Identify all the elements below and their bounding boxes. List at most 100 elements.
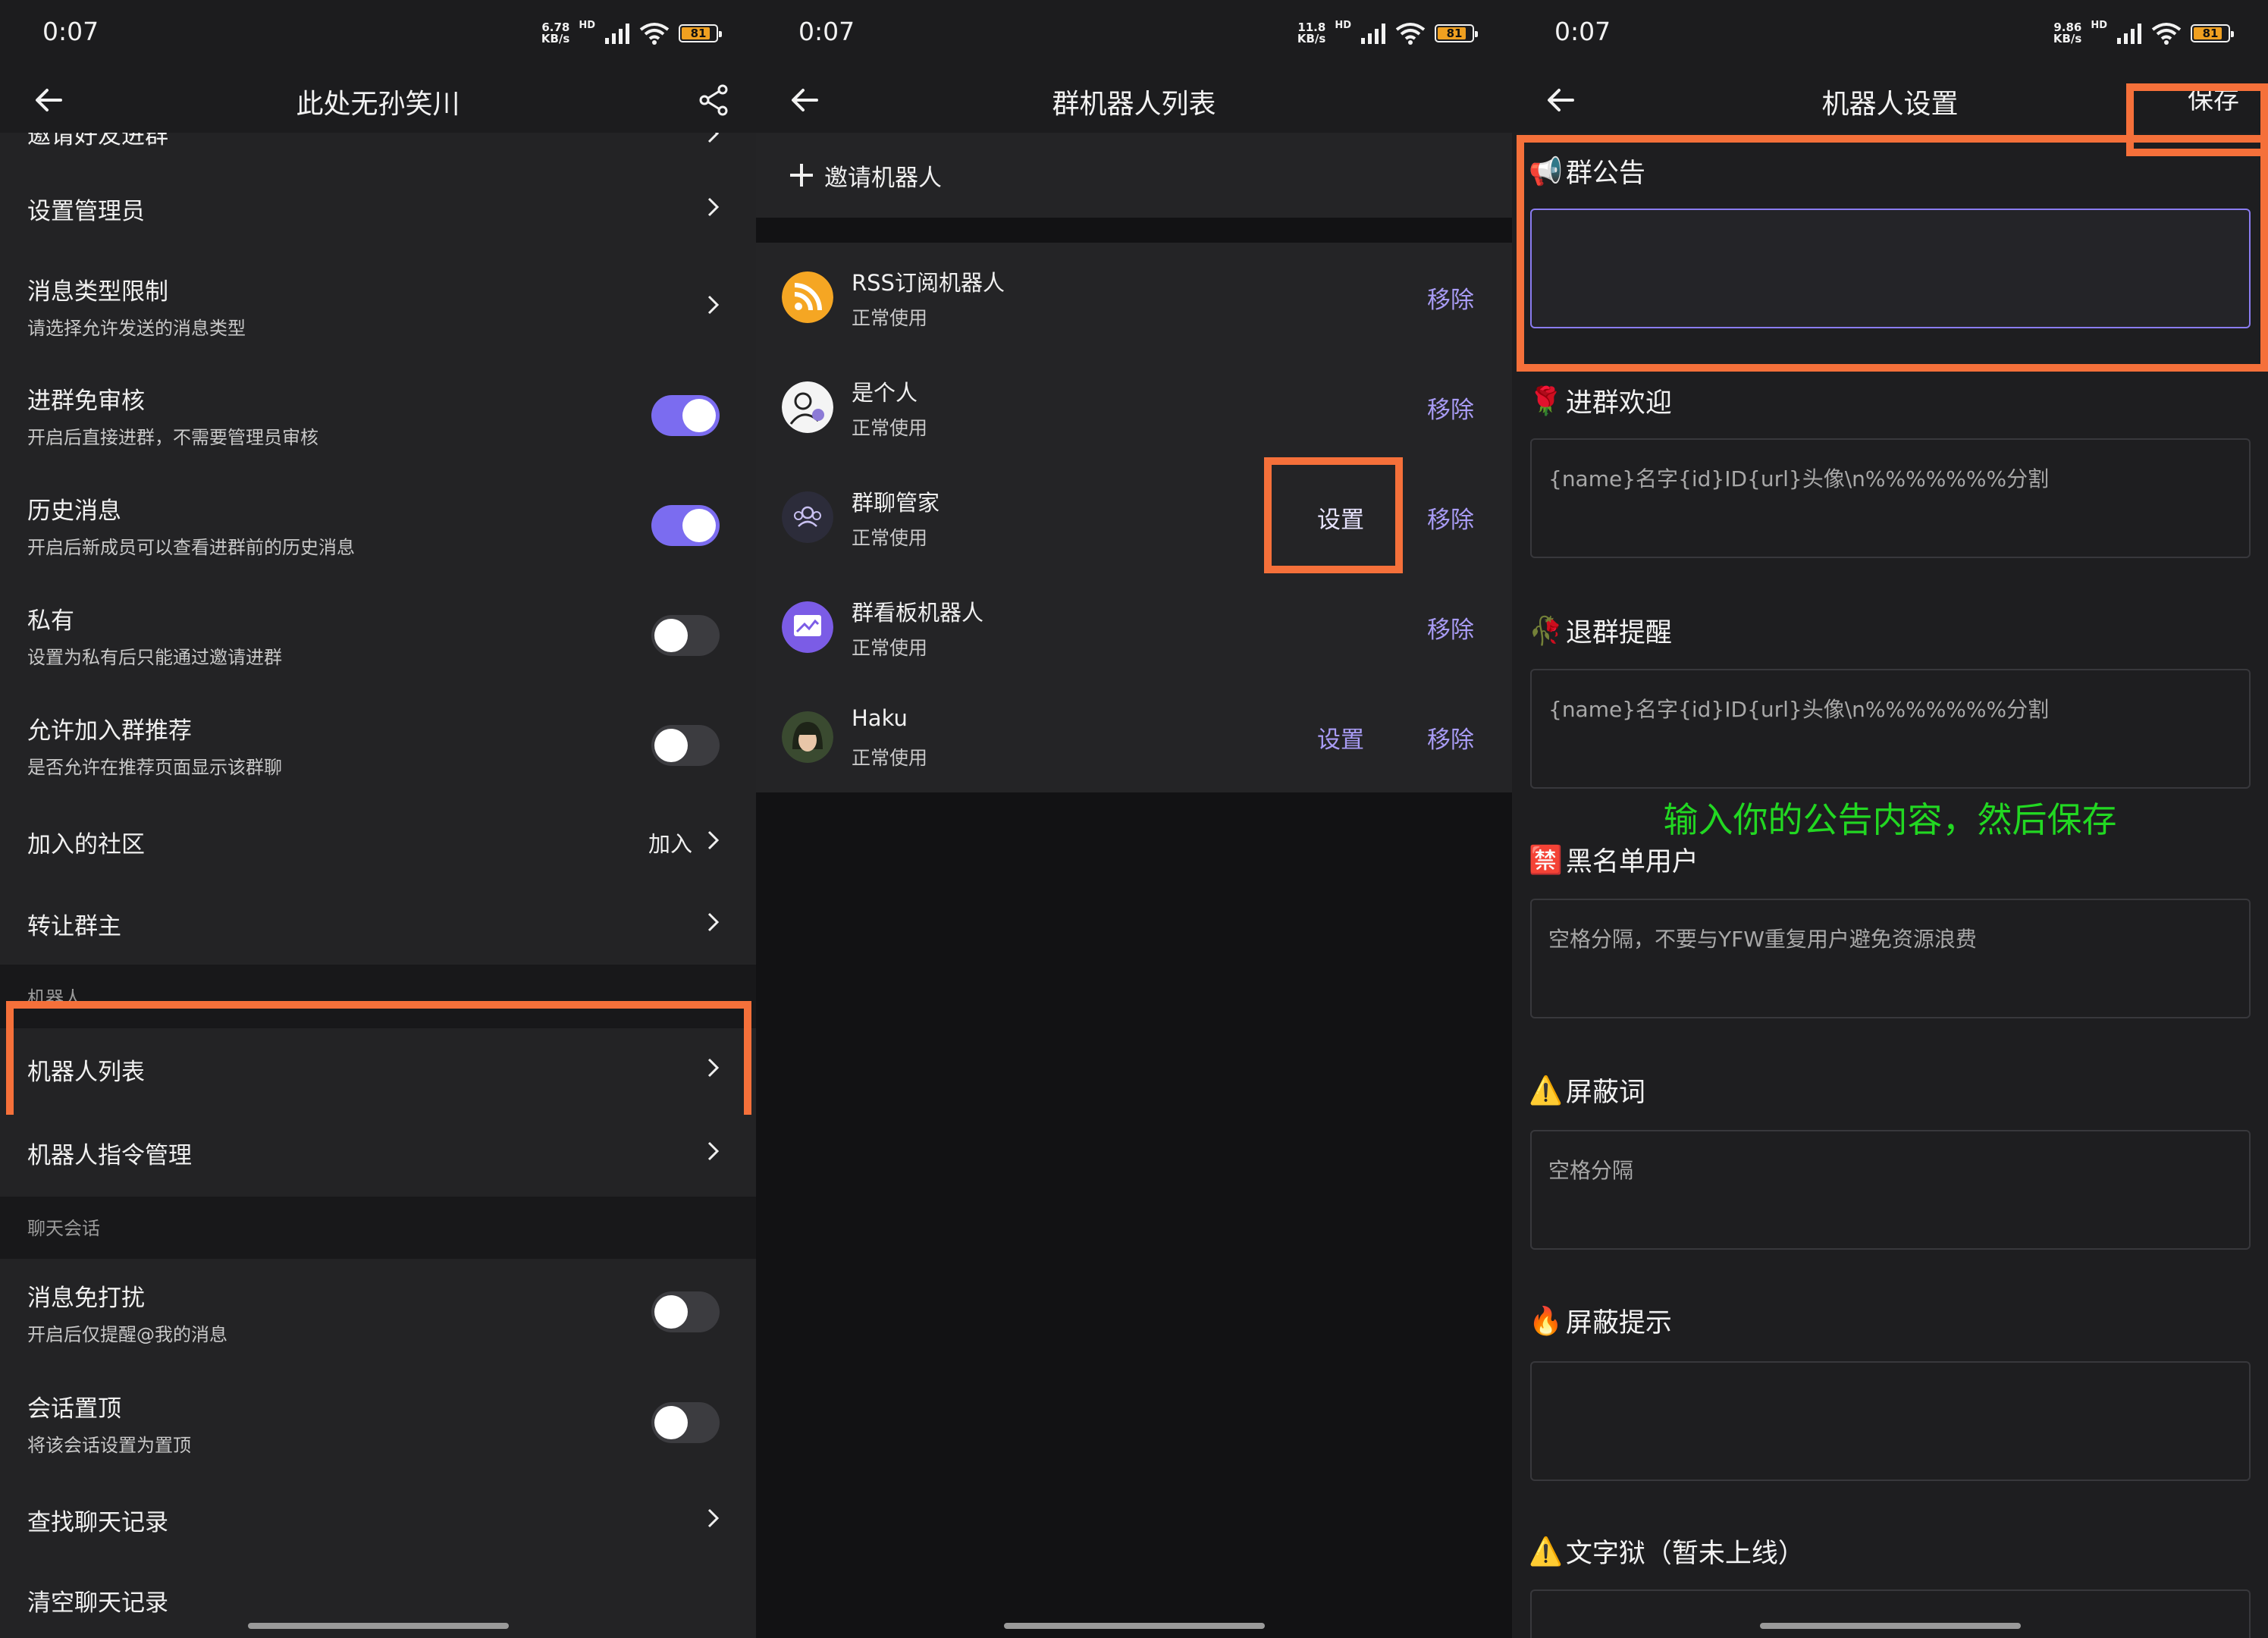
- field-label-text: 黑名单用户: [1565, 847, 1699, 877]
- bot-name: RSS订阅机器人: [852, 270, 1005, 296]
- battery-level: 81: [2202, 27, 2219, 40]
- status-time: 0:07: [798, 17, 855, 46]
- settings-row-skip-review: 进群免审核 开启后直接进群，不需要管理员审核: [0, 365, 756, 466]
- home-indicator[interactable]: [1759, 1623, 2021, 1629]
- row-subtitle: 设置为私有后只能通过邀请进群: [27, 647, 282, 668]
- status-time: 0:07: [1554, 17, 1611, 46]
- row-subtitle: 是否允许在推荐页面显示该群聊: [27, 757, 282, 778]
- leave-notice-input[interactable]: {name}名字{id}ID{url}头像\n%%%%%%%分割: [1530, 669, 2251, 789]
- home-indicator[interactable]: [247, 1623, 509, 1629]
- blacklist-input[interactable]: 空格分隔，不要与YFW重复用户避免资源浪费: [1530, 899, 2251, 1018]
- chevron-right-icon: [707, 1508, 720, 1528]
- section-header-chat: 聊天会话: [0, 1197, 756, 1259]
- bot-row: Haku 正常使用 设置 移除: [756, 682, 1512, 792]
- board-bot-avatar: [782, 601, 833, 653]
- word-prison-input[interactable]: [1530, 1589, 2251, 1638]
- bot-list-panel: 0:07 11.8 KB/s HD 81 群机器人列表 邀请机器人 RSS订阅机器…: [756, 0, 1512, 1638]
- settings-row-robot-commands[interactable]: 机器人指令管理: [0, 1115, 756, 1192]
- row-title: 清空聊天记录: [27, 1589, 168, 1617]
- settings-row-transfer-owner[interactable]: 转让群主: [0, 886, 756, 962]
- chevron-right-icon: [707, 830, 720, 850]
- settings-row-private: 私有 设置为私有后只能通过邀请进群: [0, 585, 756, 686]
- skip-review-toggle[interactable]: [651, 395, 720, 436]
- bot-status: 正常使用: [852, 307, 928, 329]
- battery-level: 81: [690, 27, 707, 40]
- remove-bot-button[interactable]: 移除: [1427, 500, 1474, 535]
- row-title: 机器人指令管理: [27, 1142, 192, 1169]
- row-title: 加入的社区: [27, 831, 145, 858]
- pin-toggle[interactable]: [651, 1402, 720, 1443]
- bot-status: 正常使用: [852, 637, 928, 659]
- row-subtitle: 开启后直接进群，不需要管理员审核: [27, 427, 318, 448]
- signal-icon: [2117, 24, 2141, 44]
- bot-status: 正常使用: [852, 527, 928, 549]
- person-avatar: [782, 381, 833, 433]
- field-label-blocked-words: ⚠️ 屏蔽词: [1529, 1071, 1645, 1109]
- remove-bot-button[interactable]: 移除: [1427, 720, 1474, 755]
- field-label-text: 屏蔽词: [1565, 1078, 1645, 1108]
- settings-row-invite[interactable]: 邀请好友进群: [0, 133, 756, 155]
- chevron-right-icon: [707, 133, 720, 143]
- settings-row-pin: 会话置顶 将该会话设置为置顶: [0, 1370, 756, 1476]
- signal-icon: [605, 24, 629, 44]
- haku-portrait-icon: [782, 711, 833, 763]
- remove-bot-button[interactable]: 移除: [1427, 610, 1474, 645]
- settings-row-community[interactable]: 加入的社区 加入: [0, 804, 756, 880]
- share-icon[interactable]: [695, 82, 732, 118]
- settings-row-set-admin[interactable]: 设置管理员: [0, 171, 756, 246]
- remove-bot-button[interactable]: 移除: [1427, 391, 1474, 425]
- page-title: 群机器人列表: [1052, 89, 1216, 120]
- field-label-blacklist: 🈲 黑名单用户: [1529, 840, 1699, 879]
- row-title: 进群免审核: [27, 388, 145, 415]
- rss-icon: [782, 271, 833, 323]
- block-hint-input[interactable]: [1530, 1361, 2251, 1481]
- bot-name: 群看板机器人: [852, 600, 984, 626]
- welcome-input[interactable]: {name}名字{id}ID{url}头像\n%%%%%%%分割: [1530, 438, 2251, 558]
- field-label-text: 屏蔽提示: [1565, 1308, 1672, 1338]
- remove-bot-button[interactable]: 移除: [1427, 281, 1474, 315]
- bot-settings-button[interactable]: 设置: [1317, 720, 1364, 755]
- battery-icon: 81: [2191, 24, 2234, 42]
- blocked-words-input[interactable]: 空格分隔: [1530, 1130, 2251, 1250]
- history-toggle[interactable]: [651, 505, 720, 546]
- hd-badge: HD: [2091, 20, 2107, 31]
- recommend-toggle[interactable]: [651, 725, 720, 766]
- status-bar: 0:07 11.8 KB/s HD 81: [756, 0, 1512, 68]
- prohibited-icon: 🈲: [1529, 844, 1563, 876]
- page-title: 此处无孙笑川: [296, 89, 460, 120]
- row-title: 邀请好友进群: [27, 133, 168, 149]
- board-icon: [782, 601, 833, 653]
- plus-icon: [790, 164, 813, 187]
- bot-row: 群看板机器人 正常使用 移除: [756, 573, 1512, 682]
- group-settings-panel: 0:07 6.78 KB/s HD 81 此处无孙笑川 邀请好友进群 设置管理员 …: [0, 0, 756, 1638]
- chevron-right-icon: [707, 1141, 720, 1161]
- settings-row-recommend: 允许加入群推荐 是否允许在推荐页面显示该群聊: [0, 695, 756, 796]
- group-manager-avatar: [782, 491, 833, 543]
- sketch-avatar-icon: [782, 381, 833, 433]
- row-title: 查找聊天记录: [27, 1509, 168, 1536]
- chevron-right-icon: [707, 912, 720, 932]
- hd-badge: HD: [1335, 20, 1351, 31]
- bot-row: 是个人 正常使用 移除: [756, 353, 1512, 463]
- signal-icon: [1361, 24, 1385, 44]
- settings-row-history: 历史消息 开启后新成员可以查看进群前的历史消息: [0, 475, 756, 576]
- settings-row-search-history[interactable]: 查找聊天记录: [0, 1480, 756, 1558]
- field-label-word-prison: ⚠️ 文字狱（暂未上线）: [1529, 1532, 1805, 1571]
- settings-row-message-type[interactable]: 消息类型限制 请选择允许发送的消息类型: [0, 256, 756, 357]
- private-toggle[interactable]: [651, 615, 720, 656]
- top-nav: 群机器人列表: [756, 68, 1512, 133]
- row-title: 消息类型限制: [27, 278, 168, 306]
- warning-icon: ⚠️: [1529, 1075, 1563, 1106]
- invite-bot-button[interactable]: 邀请机器人: [756, 133, 1512, 218]
- rss-avatar: [782, 271, 833, 323]
- rose-icon: 🌹: [1529, 385, 1563, 417]
- mute-toggle[interactable]: [651, 1291, 720, 1332]
- home-indicator[interactable]: [1003, 1623, 1265, 1629]
- invite-bot-label: 邀请机器人: [824, 165, 942, 192]
- wilted-rose-icon: 🥀: [1529, 615, 1563, 647]
- chevron-right-icon: [707, 295, 720, 315]
- highlight-robot-list: [6, 1001, 751, 1124]
- row-title: 会话置顶: [27, 1395, 121, 1423]
- battery-icon: 81: [1435, 24, 1478, 42]
- warning-icon: ⚠️: [1529, 1536, 1563, 1567]
